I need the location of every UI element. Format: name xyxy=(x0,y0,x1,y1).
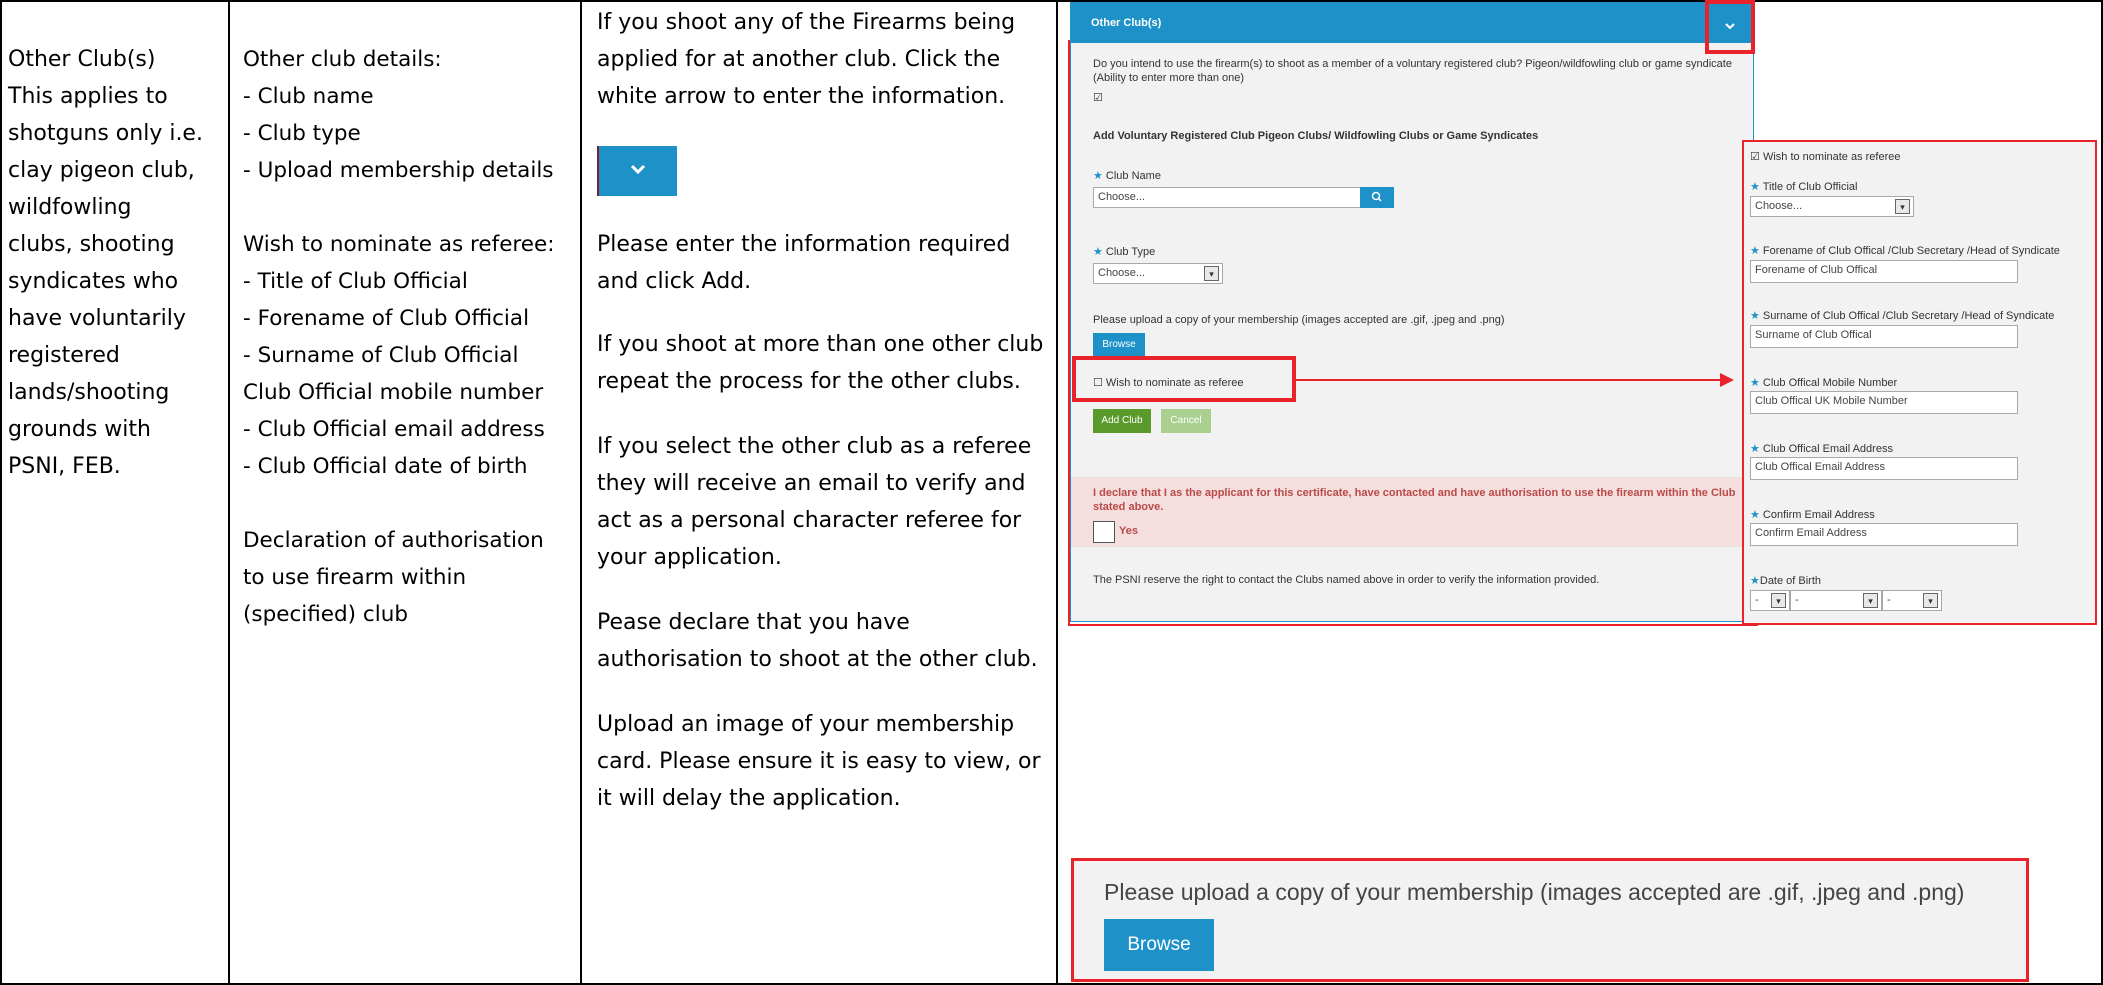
forename-input[interactable]: Forename of Club Offical xyxy=(1750,260,2018,283)
instruction-para-2: Please enter the information required an… xyxy=(597,232,1011,294)
confirm-email-label: ★ Confirm Email Address xyxy=(1750,509,1875,521)
form-collapse-toggle[interactable] xyxy=(1713,4,1747,42)
dob-day-dropdown-icon[interactable]: ▾ xyxy=(1771,593,1786,608)
email-label: ★ Club Offical Email Address xyxy=(1750,443,1893,455)
upload-zoom-text: Please upload a copy of your membership … xyxy=(1104,879,1965,905)
title-select[interactable]: Choose... xyxy=(1750,196,1914,217)
table-divider-1 xyxy=(228,0,230,985)
referee-panel: ☑ Wish to nominate as referee ★ Title of… xyxy=(1742,140,2097,625)
table-divider-3 xyxy=(1056,0,1058,985)
title-dropdown-icon[interactable]: ▾ xyxy=(1895,199,1910,214)
col2-text: Other club details: - Club name - Club typ… xyxy=(243,47,555,627)
mobile-input[interactable]: Club Offical UK Mobile Number xyxy=(1750,391,2018,414)
wish-highlight xyxy=(1072,356,1296,402)
form-header-title: Other Club(s) xyxy=(1091,17,1162,29)
upload-zoom-panel: Please upload a copy of your membership … xyxy=(1071,858,2029,982)
dob-month-dropdown-icon[interactable]: ▾ xyxy=(1863,593,1878,608)
surname-input[interactable]: Surname of Club Offical xyxy=(1750,325,2018,348)
col1-text: Other Club(s) This applies to shotguns onl… xyxy=(8,47,203,479)
instruction-para-4: If you select the other club as a refere… xyxy=(597,434,1032,570)
instruction-para-6: Upload an image of your membership card.… xyxy=(597,712,1041,811)
checked-box-icon: ☑ xyxy=(1750,151,1760,163)
chevron-down-icon xyxy=(1725,23,1735,30)
form-panel-outline xyxy=(1068,40,1758,626)
upload-zoom-browse-button[interactable]: Browse xyxy=(1104,919,1214,971)
title-label: ★ Title of Club Official xyxy=(1750,181,1858,193)
chevron-down-icon xyxy=(630,164,646,175)
email-input[interactable]: Club Offical Email Address xyxy=(1750,457,2018,480)
table-divider-2 xyxy=(580,0,582,985)
table-border-left xyxy=(0,0,2,985)
table-top-border xyxy=(0,0,2103,2)
connector-arrow-icon xyxy=(1296,373,1734,387)
arrow-button-example xyxy=(597,146,677,196)
forename-label: ★ Forename of Club Offical /Club Secreta… xyxy=(1750,245,2060,257)
surname-label: ★ Surname of Club Offical /Club Secretar… xyxy=(1750,310,2055,322)
dob-year-dropdown-icon[interactable]: ▾ xyxy=(1923,593,1938,608)
form-header[interactable]: Other Club(s) xyxy=(1071,3,1753,43)
instruction-para-3: If you shoot at more than one other club… xyxy=(597,332,1044,394)
confirm-email-input[interactable]: Confirm Email Address xyxy=(1750,523,2018,546)
referee-wish-checkbox[interactable]: ☑ Wish to nominate as referee xyxy=(1750,150,1901,164)
mobile-label: ★ Club Offical Mobile Number xyxy=(1750,377,1898,389)
instruction-para-5: Pease declare that you have authorisatio… xyxy=(597,610,1038,672)
instruction-para-1: If you shoot any of the Firearms being a… xyxy=(597,10,1016,109)
dob-label: ★Date of Birth xyxy=(1750,575,1822,587)
